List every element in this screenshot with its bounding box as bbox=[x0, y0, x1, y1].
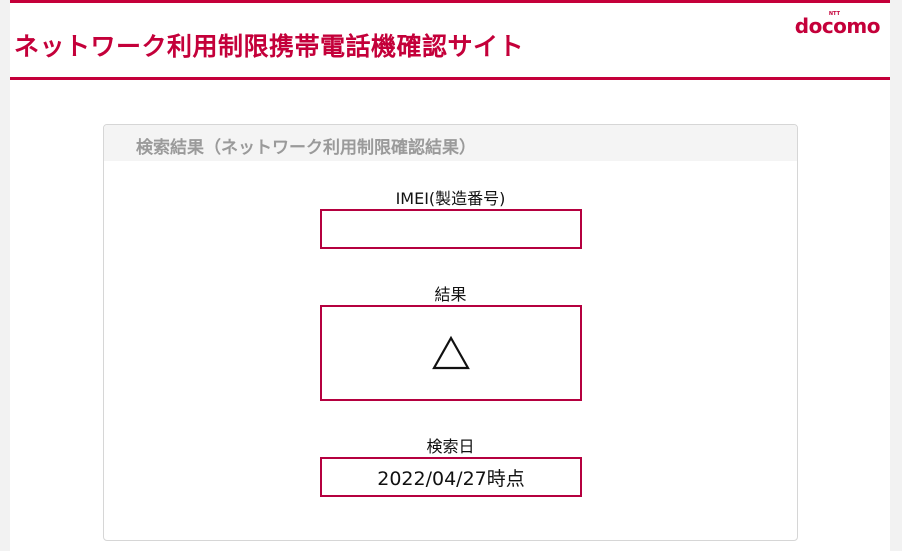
date-label: 検索日 bbox=[426, 437, 475, 456]
search-date-value: 2022/04/27時点 bbox=[377, 467, 525, 490]
triangle-icon bbox=[432, 335, 470, 370]
result-label: 結果 bbox=[434, 285, 467, 304]
search-date-field: 2022/04/27時点 bbox=[320, 457, 582, 497]
docomo-logo[interactable]: NTT docomo bbox=[794, 11, 881, 39]
imei-label: IMEI(製造番号) bbox=[395, 189, 506, 208]
result-panel: 検索結果（ネットワーク利用制限確認結果） IMEI(製造番号) 結果 検索日 2… bbox=[103, 124, 798, 541]
panel-title: 検索結果（ネットワーク利用制限確認結果） bbox=[136, 138, 476, 158]
page: ネットワーク利用制限携帯電話機確認サイト NTT docomo 検索結果（ネット… bbox=[10, 0, 890, 551]
site-title: ネットワーク利用制限携帯電話機確認サイト bbox=[14, 32, 525, 61]
result-field bbox=[320, 305, 582, 401]
docomo-wordmark: docomo bbox=[794, 14, 881, 38]
site-header: ネットワーク利用制限携帯電話機確認サイト NTT docomo bbox=[10, 0, 890, 80]
panel-header: 検索結果（ネットワーク利用制限確認結果） bbox=[104, 125, 797, 161]
imei-field bbox=[320, 209, 582, 249]
